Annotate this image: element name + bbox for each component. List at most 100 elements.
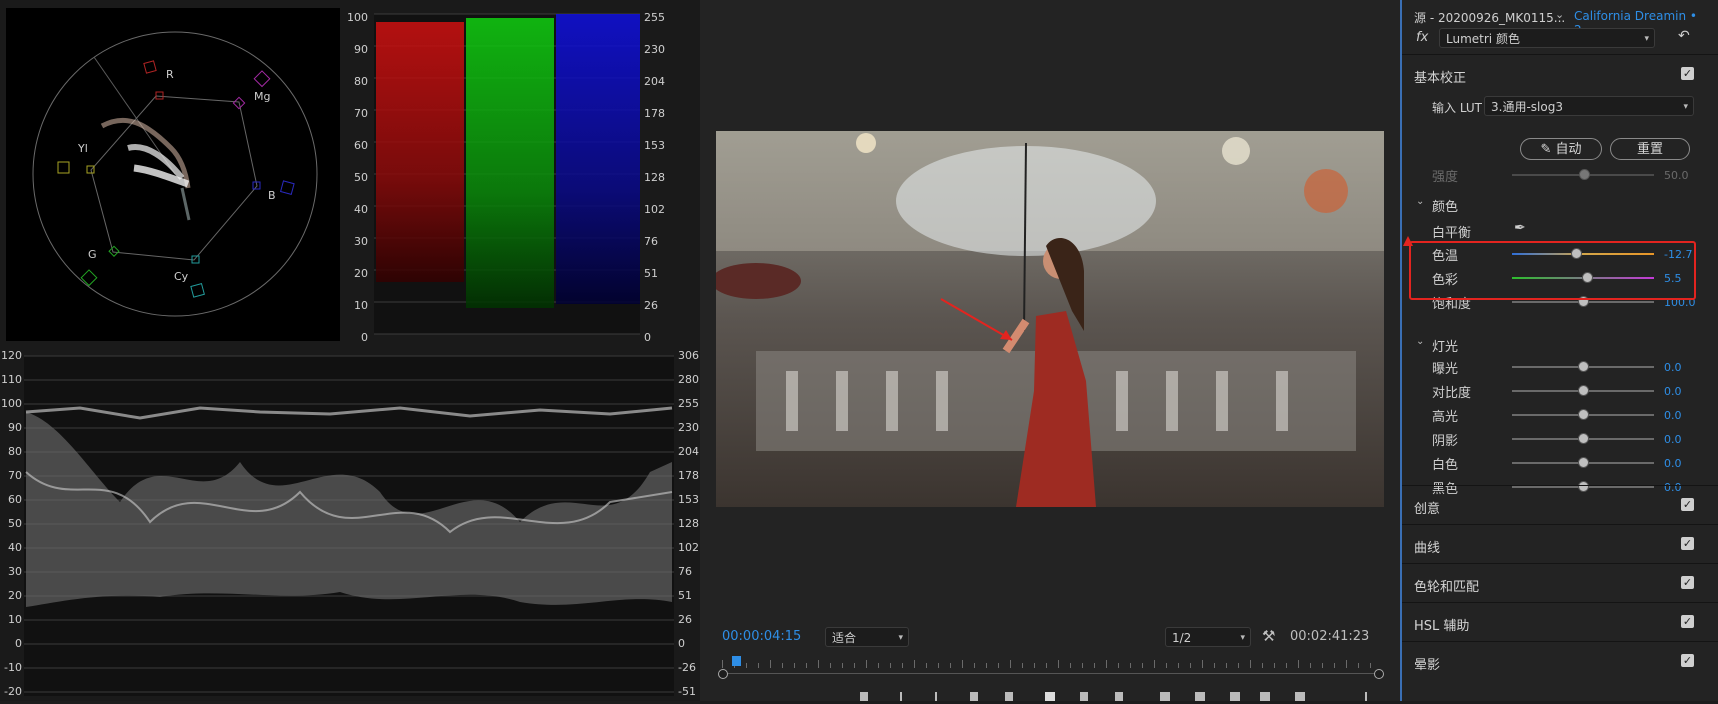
slider-value: 0.0 bbox=[1664, 409, 1682, 422]
reset-button[interactable]: 重置 bbox=[1610, 138, 1690, 160]
chevron-down-icon: ▾ bbox=[1240, 633, 1245, 643]
parade-right-tick: 0 bbox=[644, 331, 651, 344]
section-checkbox[interactable]: ✓ bbox=[1681, 537, 1694, 550]
luma-waveform: 120 110 100 90 80 70 60 50 40 30 20 10 0 -10 -20 306 28… bbox=[0, 349, 700, 701]
waveform-right-tick: -26 bbox=[678, 661, 696, 674]
wrench-icon[interactable]: ⚒ bbox=[1262, 627, 1275, 645]
ruler-tick bbox=[722, 660, 723, 668]
mark-out-icon[interactable] bbox=[935, 692, 937, 701]
parade-left-tick: 70 bbox=[354, 107, 368, 120]
ruler-tick bbox=[1178, 663, 1179, 668]
effect-select[interactable]: Lumetri 颜色 ▾ bbox=[1439, 28, 1655, 48]
chevron-down-icon[interactable]: ⌄ bbox=[1555, 8, 1564, 21]
zoom-bar[interactable] bbox=[722, 673, 1378, 674]
ruler-tick bbox=[782, 663, 783, 668]
waveform-left-tick: 20 bbox=[8, 589, 22, 602]
time-ruler[interactable] bbox=[718, 656, 1384, 680]
slider-knob[interactable] bbox=[1578, 457, 1589, 468]
ruler-ticks bbox=[722, 660, 1378, 668]
resolution-select-value: 1/2 bbox=[1172, 631, 1192, 645]
parade-left-tick: 80 bbox=[354, 75, 368, 88]
slider-knob[interactable] bbox=[1578, 481, 1589, 492]
slider-knob[interactable] bbox=[1578, 433, 1589, 444]
waveform-left-tick: 50 bbox=[8, 517, 22, 530]
slider-knob[interactable] bbox=[1578, 361, 1589, 372]
intensity-slider-knob[interactable] bbox=[1579, 169, 1590, 180]
effect-select-value: Lumetri 颜色 bbox=[1446, 32, 1520, 46]
ruler-tick bbox=[770, 660, 771, 668]
slider-value: 0.0 bbox=[1664, 433, 1682, 446]
slider-knob[interactable] bbox=[1578, 385, 1589, 396]
source-clip-label[interactable]: 源 - 20200926_MK0115... bbox=[1414, 9, 1565, 26]
program-video-frame[interactable] bbox=[716, 131, 1384, 507]
current-timecode[interactable]: 00:00:04:15 bbox=[722, 629, 801, 644]
basic-correction-checkbox[interactable]: ✓ bbox=[1681, 67, 1694, 80]
camera-icon[interactable] bbox=[1230, 692, 1240, 701]
section-checkbox[interactable]: ✓ bbox=[1681, 576, 1694, 589]
section-header[interactable]: 曲线 bbox=[1414, 537, 1440, 556]
eyedropper-icon[interactable]: ✒ bbox=[1514, 220, 1526, 236]
ruler-tick bbox=[866, 660, 867, 668]
extract-icon[interactable] bbox=[1195, 692, 1205, 701]
ruler-tick bbox=[974, 663, 975, 668]
parade-left-tick: 100 bbox=[347, 11, 368, 24]
lift-icon[interactable] bbox=[1160, 692, 1170, 701]
comparison-view-icon[interactable] bbox=[1260, 692, 1270, 701]
slider-label: 白色 bbox=[1432, 458, 1459, 473]
add-icon[interactable] bbox=[1365, 692, 1367, 701]
go-to-in-icon[interactable] bbox=[970, 692, 978, 701]
reset-effect-icon[interactable]: ↶ bbox=[1678, 28, 1690, 44]
parade-right-tick: 153 bbox=[644, 139, 665, 152]
chevron-down-icon: ▾ bbox=[1644, 34, 1649, 44]
parade-left-tick: 20 bbox=[354, 267, 368, 280]
mark-in-icon[interactable] bbox=[900, 692, 902, 701]
waveform-left-tick: -10 bbox=[4, 661, 22, 674]
chevron-down-icon[interactable]: ⌄ bbox=[1416, 336, 1424, 347]
ruler-tick bbox=[1166, 663, 1167, 668]
auto-button[interactable]: ✎ 自动 bbox=[1520, 138, 1602, 160]
chevron-down-icon[interactable]: ⌄ bbox=[1416, 196, 1424, 207]
ruler-tick bbox=[1298, 660, 1299, 668]
section-checkbox[interactable]: ✓ bbox=[1681, 498, 1694, 511]
parade-right-tick: 76 bbox=[644, 235, 658, 248]
parade-left-tick: 90 bbox=[354, 43, 368, 56]
go-to-out-icon[interactable] bbox=[1115, 692, 1123, 701]
step-forward-icon[interactable] bbox=[1080, 692, 1088, 701]
section-header[interactable]: 色轮和匹配 bbox=[1414, 576, 1479, 595]
play-icon[interactable] bbox=[1045, 692, 1055, 701]
waveform-right-tick: 26 bbox=[678, 613, 692, 626]
white-balance-label: 白平衡 bbox=[1432, 226, 1472, 241]
ruler-tick bbox=[1322, 663, 1323, 668]
section-header[interactable]: HSL 辅助 bbox=[1414, 615, 1469, 634]
waveform-left-tick: 0 bbox=[15, 637, 22, 650]
auto-button-label: 自动 bbox=[1555, 142, 1582, 157]
waveform-right-tick: 153 bbox=[678, 493, 699, 506]
fit-select[interactable]: 适合 ▾ bbox=[825, 627, 909, 647]
input-lut-select[interactable]: 3.通用-slog3 ▾ bbox=[1484, 96, 1694, 116]
vectorscope-label-r: R bbox=[166, 68, 174, 81]
ruler-tick bbox=[1082, 663, 1083, 668]
section-checkbox[interactable]: ✓ bbox=[1681, 615, 1694, 628]
ruler-tick bbox=[998, 663, 999, 668]
slider-knob[interactable] bbox=[1578, 409, 1589, 420]
zoom-handle-right[interactable] bbox=[1374, 669, 1384, 679]
light-section-label[interactable]: 灯光 bbox=[1432, 336, 1458, 355]
resolution-select[interactable]: 1/2 ▾ bbox=[1165, 627, 1251, 647]
settings-icon[interactable] bbox=[1295, 692, 1305, 701]
section-basic-correction[interactable]: 基本校正 bbox=[1414, 67, 1466, 86]
step-back-icon[interactable] bbox=[1005, 692, 1013, 701]
section-header[interactable]: 晕影 bbox=[1414, 654, 1440, 673]
marker-icon[interactable] bbox=[860, 692, 868, 701]
ruler-tick bbox=[1046, 663, 1047, 668]
section-header[interactable]: 创意 bbox=[1414, 498, 1440, 517]
vectorscope-label-g: G bbox=[88, 248, 97, 261]
playhead[interactable] bbox=[731, 656, 741, 666]
ruler-tick bbox=[1250, 660, 1251, 668]
input-lut-value: 3.通用-slog3 bbox=[1491, 100, 1563, 114]
zoom-handle-left[interactable] bbox=[718, 669, 728, 679]
color-section-label[interactable]: 颜色 bbox=[1432, 196, 1458, 215]
vectorscope-label-b: B bbox=[268, 189, 276, 202]
ruler-tick bbox=[1022, 663, 1023, 668]
section-checkbox[interactable]: ✓ bbox=[1681, 654, 1694, 667]
ruler-tick bbox=[1358, 663, 1359, 668]
